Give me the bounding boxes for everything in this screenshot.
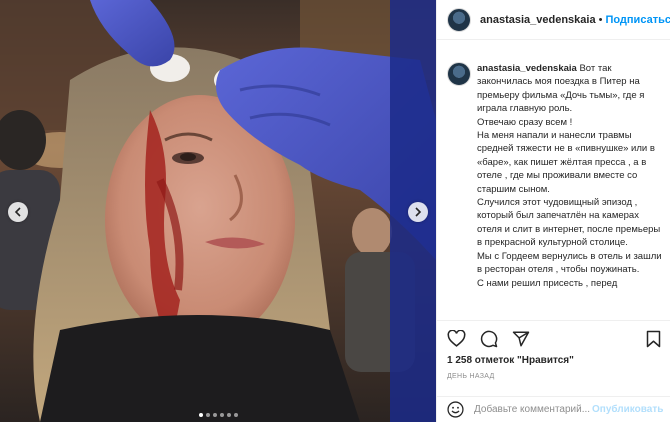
publish-button[interactable]: Опубликовать xyxy=(592,404,663,415)
carousel-dot xyxy=(226,413,231,417)
caption-avatar[interactable] xyxy=(447,62,471,86)
smiley-icon[interactable] xyxy=(447,401,464,418)
heart-icon xyxy=(447,330,466,347)
post-photo[interactable] xyxy=(0,0,436,422)
avatar[interactable] xyxy=(447,7,471,32)
like-button[interactable] xyxy=(447,330,466,348)
bookmark-icon xyxy=(646,330,661,348)
follow-button[interactable]: Подписаться xyxy=(605,14,670,26)
likes-count[interactable]: 1 258 отметок "Нравится" xyxy=(447,355,574,366)
caption-author[interactable]: anastasia_vedenskaia xyxy=(477,63,577,74)
caption-row: anastasia_vedenskaia Вот так закончилась… xyxy=(437,40,670,290)
carousel-next-button[interactable] xyxy=(408,202,428,222)
share-icon xyxy=(512,331,530,347)
carousel-dot xyxy=(233,413,238,417)
chevron-left-icon xyxy=(14,207,21,217)
comment-input[interactable] xyxy=(474,404,592,415)
save-button[interactable] xyxy=(646,330,661,348)
post-time[interactable]: день назад xyxy=(447,373,495,380)
header-separator: • xyxy=(598,13,603,26)
comment-icon xyxy=(480,330,498,348)
action-icons xyxy=(447,330,530,348)
share-button[interactable] xyxy=(512,330,530,348)
header-username[interactable]: anastasia_vedenskaia xyxy=(480,14,596,26)
carousel-dot xyxy=(219,413,224,417)
caption-body: Вот так закончилась моя поездка в Питер … xyxy=(477,63,662,289)
post-side-panel: anastasia_vedenskaia • Подписаться anast… xyxy=(436,0,670,422)
actions-section: 1 258 отметок "Нравится" день назад xyxy=(437,320,670,402)
carousel-dot xyxy=(198,413,203,417)
carousel-dot xyxy=(205,413,210,417)
add-comment-bar: Опубликовать xyxy=(437,396,670,422)
comment-button[interactable] xyxy=(480,330,498,348)
carousel-dot xyxy=(212,413,217,417)
post-header: anastasia_vedenskaia • Подписаться xyxy=(437,0,670,40)
caption-text: anastasia_vedenskaia Вот так закончилась… xyxy=(477,62,663,290)
photo-image xyxy=(0,0,436,422)
chevron-right-icon xyxy=(415,207,422,217)
carousel-prev-button[interactable] xyxy=(8,202,28,222)
comments-area[interactable]: anastasia_vedenskaia Вот так закончилась… xyxy=(437,40,670,320)
carousel-indicator xyxy=(0,413,436,417)
